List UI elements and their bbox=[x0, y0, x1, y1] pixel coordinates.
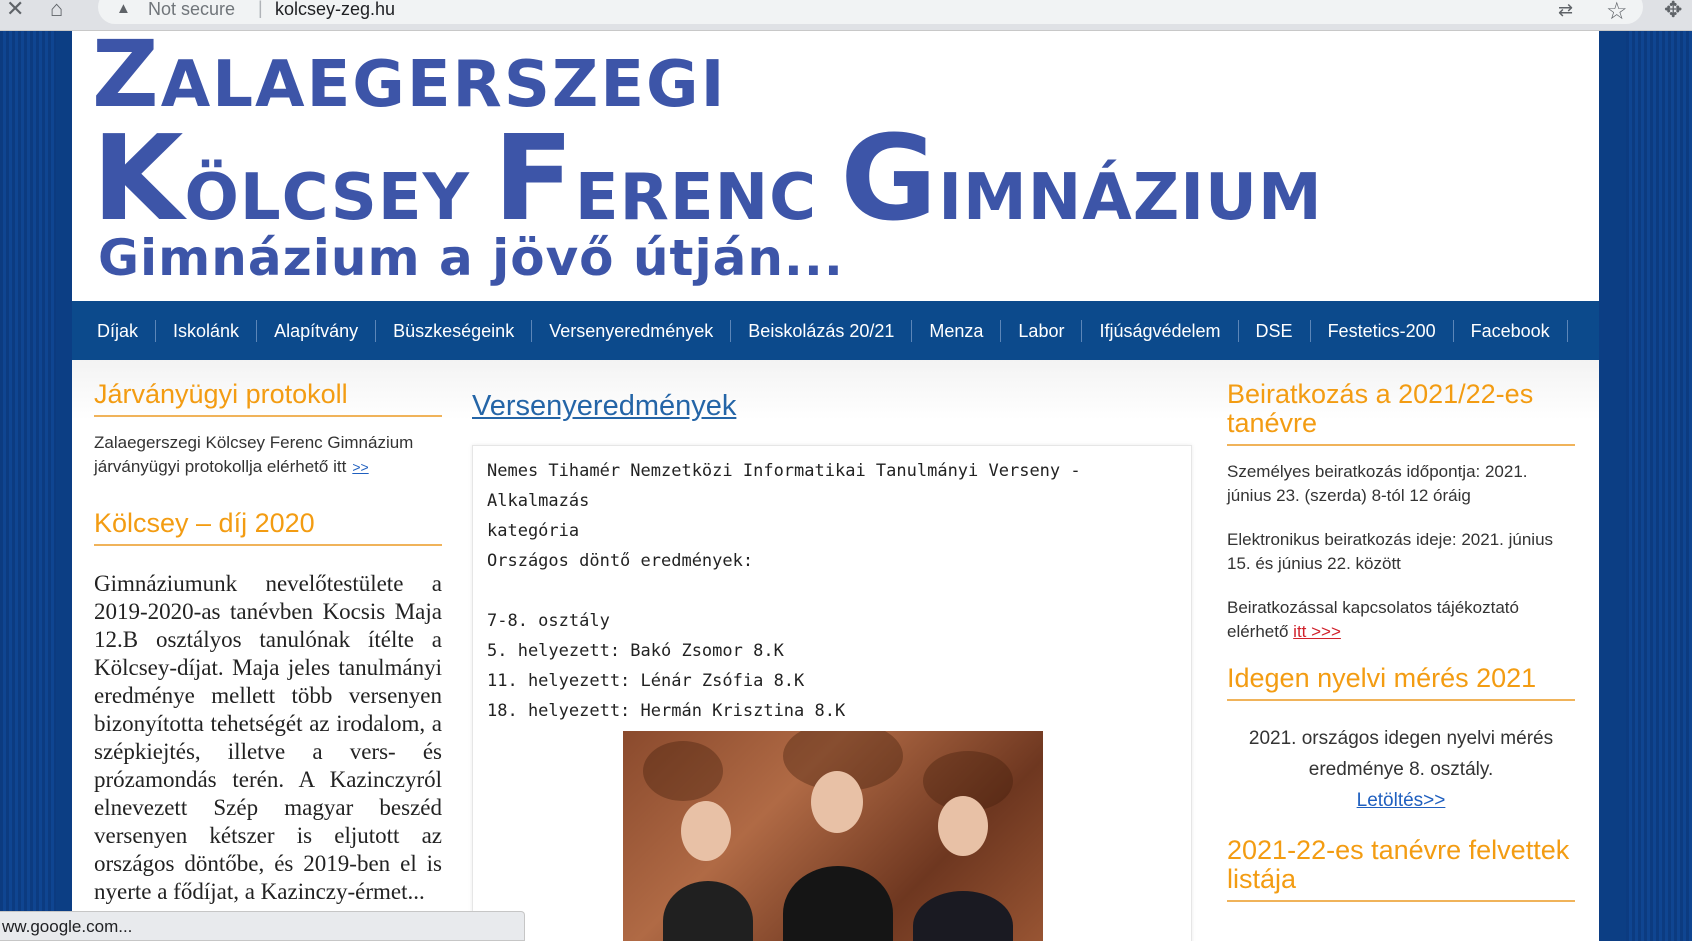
photo-person bbox=[663, 881, 753, 941]
nav-item-iskolank[interactable]: Iskolánk bbox=[156, 319, 258, 342]
nav-item-menza[interactable]: Menza bbox=[912, 319, 1002, 342]
close-icon[interactable]: ✕ bbox=[6, 0, 24, 20]
page-title[interactable]: Versenyeredmények bbox=[472, 390, 1192, 423]
content-area: Járványügyi protokoll Zalaegerszegi Kölc… bbox=[72, 360, 1599, 941]
main-navigation: Díjak Iskolánk Alapítvány Büszkeségeink … bbox=[72, 301, 1599, 360]
main-article: Versenyeredmények Nemes Tihamér Nemzetkö… bbox=[472, 390, 1192, 941]
photo-face bbox=[938, 796, 988, 856]
protocol-text-block: Zalaegerszegi Kölcsey Ferenc Gimnázium j… bbox=[94, 431, 442, 479]
admitted-list-title: 2021-22-es tanévre felvettek listája bbox=[1227, 836, 1575, 902]
logo-tagline: Gimnázium a jövő útján... bbox=[98, 229, 844, 287]
photo-person bbox=[913, 891, 1013, 941]
language-download-wrap: Letöltés>> bbox=[1227, 785, 1575, 816]
left-sidebar: Járványügyi protokoll Zalaegerszegi Kölc… bbox=[94, 380, 442, 906]
photo-person bbox=[783, 866, 893, 941]
language-download-link[interactable]: Letöltés>> bbox=[1357, 790, 1446, 811]
article-line: 18. helyezett: Hermán Krisztina 8.K bbox=[487, 701, 846, 721]
photo-face bbox=[681, 801, 731, 861]
enroll-info-block: Beiratkozással kapcsolatos tájékoztató e… bbox=[1227, 596, 1575, 644]
nav-item-ifjusagvedelem[interactable]: Ifjúságvédelem bbox=[1082, 319, 1239, 342]
article-line bbox=[487, 576, 1177, 606]
nav-item-labor[interactable]: Labor bbox=[1001, 319, 1083, 342]
warning-icon[interactable]: ▲ bbox=[116, 0, 131, 17]
article-line: 11. helyezett: Lénár Zsófia 8.K bbox=[487, 671, 805, 691]
winners-photo bbox=[623, 731, 1043, 941]
browser-toolbar: ✕ ⌂ ▲ Not secure | kolcsey-zeg.hu ⇄ ☆ ✥ bbox=[0, 0, 1692, 31]
nav-item-facebook[interactable]: Facebook bbox=[1454, 319, 1568, 342]
nav-item-dse[interactable]: DSE bbox=[1239, 319, 1311, 342]
photo-face bbox=[811, 771, 863, 833]
article-line: Országos döntő eredmények: bbox=[487, 551, 754, 571]
nav-item-dijak[interactable]: Díjak bbox=[80, 319, 157, 342]
award-title: Kölcsey – díj 2020 bbox=[94, 509, 442, 546]
enroll-date-text: Személyes beiratkozás időpontja: 2021. j… bbox=[1227, 462, 1528, 505]
bookmark-star-icon[interactable]: ☆ bbox=[1606, 0, 1628, 26]
enroll-info-link[interactable]: itt >>> bbox=[1293, 622, 1341, 641]
language-test-title: Idegen nyelvi mérés 2021 bbox=[1227, 664, 1575, 701]
nav-item-buszkesegeink[interactable]: Büszkeségeink bbox=[376, 319, 533, 342]
omnibox-separator: | bbox=[258, 0, 263, 18]
article-line: Nemes Tihamér Nemzetközi Informatikai Ta… bbox=[487, 461, 1091, 511]
right-sidebar: Beiratkozás a 2021/22-es tanévre Személy… bbox=[1227, 380, 1575, 916]
extensions-icon[interactable]: ✥ bbox=[1664, 0, 1682, 23]
site-container: ZALAEGERSZEGI KÖLCSEY FERENC GIMNÁZIUM G… bbox=[56, 31, 1626, 941]
language-test-text: 2021. országos idegen nyelvi mérés eredm… bbox=[1248, 728, 1554, 780]
protocol-link[interactable]: >> bbox=[352, 459, 368, 475]
translate-icon[interactable]: ⇄ bbox=[1558, 0, 1573, 21]
article-box: Nemes Tihamér Nemzetközi Informatikai Ta… bbox=[472, 445, 1192, 941]
article-line: 5. helyezett: Bakó Zsomor 8.K bbox=[487, 641, 784, 661]
link-status-bar: ww.google.com... bbox=[0, 911, 525, 941]
enroll-info-text: Beiratkozással kapcsolatos tájékoztató e… bbox=[1227, 598, 1519, 641]
nav-item-beiskolazas[interactable]: Beiskolázás 20/21 bbox=[731, 319, 913, 342]
enroll-title: Beiratkozás a 2021/22-es tanévre bbox=[1227, 380, 1575, 446]
nav-item-alapitvany[interactable]: Alapítvány bbox=[257, 319, 377, 342]
protocol-title: Járványügyi protokoll bbox=[94, 380, 442, 417]
home-icon[interactable]: ⌂ bbox=[50, 0, 63, 20]
address-bar[interactable]: ▲ Not secure | kolcsey-zeg.hu bbox=[98, 0, 1643, 24]
article-line: 7-8. osztály bbox=[487, 611, 610, 631]
article-line: kategória bbox=[487, 521, 580, 541]
site-header-banner[interactable]: ZALAEGERSZEGI KÖLCSEY FERENC GIMNÁZIUM G… bbox=[72, 31, 1599, 301]
url-text[interactable]: kolcsey-zeg.hu bbox=[275, 0, 395, 20]
enroll-online-text: Elektronikus beiratkozás ideje: 2021. jú… bbox=[1227, 530, 1554, 573]
award-text: Gimnáziumunk nevelőtestülete a 2019-2020… bbox=[94, 571, 442, 904]
photo-carving bbox=[643, 741, 723, 801]
logo-line-2: KÖLCSEY FERENC GIMNÁZIUM bbox=[92, 109, 1323, 247]
nav-item-festetics[interactable]: Festetics-200 bbox=[1311, 319, 1454, 342]
nav-item-versenyeredmenyek[interactable]: Versenyeredmények bbox=[532, 319, 732, 342]
security-label: Not secure bbox=[148, 0, 236, 19]
